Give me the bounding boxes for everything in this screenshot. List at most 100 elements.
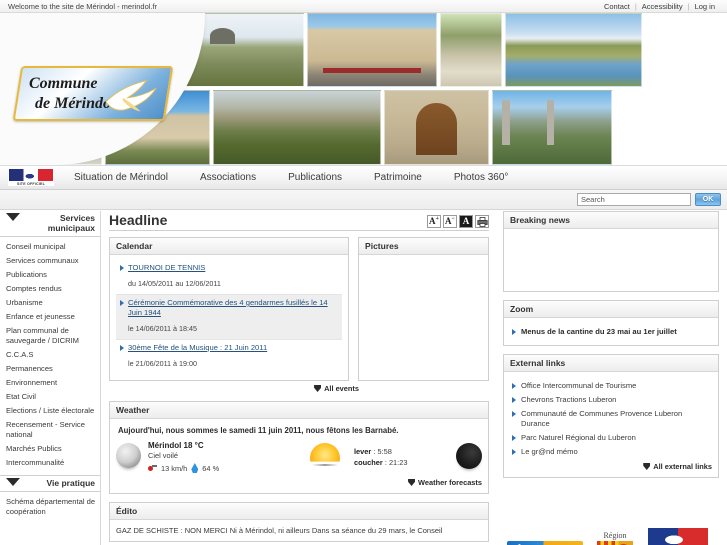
sidebar-item-elections[interactable]: Elections / Liste électorale — [0, 404, 100, 418]
sunrise-label: lever — [354, 447, 372, 456]
print-icon — [476, 216, 488, 227]
main-navigation: SITE OFFICIEL Situation de Mérindol Asso… — [0, 165, 727, 190]
weather-forecasts-link[interactable]: Weather forecasts — [408, 478, 482, 487]
headline-row: Headline A + A − A — [109, 211, 489, 230]
accessibility-link[interactable]: Accessibility — [637, 2, 688, 11]
external-link-office-tourisme[interactable]: Office Intercommunal de Tourisme — [521, 381, 636, 391]
download-arrow-icon — [643, 463, 651, 470]
sidebar-item-comptes-rendus[interactable]: Comptes rendus — [0, 282, 100, 296]
calendar-event-row: TOURNOI DE TENNIS du 14/05/2011 au 12/06… — [116, 260, 343, 295]
sidebar-item-urbanisme[interactable]: Urbanisme — [0, 296, 100, 310]
sidebar-item-intercommunalite[interactable]: Intercommunalité — [0, 456, 100, 470]
edito-text: GAZ DE SCHISTE : NON MERCI Ni à Mérindol… — [116, 526, 443, 535]
all-events-label: All events — [324, 384, 359, 393]
list-item: Schéma départemental de coopération — [0, 495, 100, 519]
print-button[interactable] — [475, 215, 489, 228]
region-logo[interactable]: Région — [591, 531, 639, 545]
sidebar-item-recensement[interactable]: Recensement - Service national — [0, 418, 100, 442]
breaking-news-title: Breaking news — [504, 212, 718, 229]
zoom-item-cantine-menus[interactable]: Menus de la cantine du 23 mai au 1er jui… — [521, 327, 677, 337]
wind-icon — [148, 464, 157, 473]
sun-times: lever : 5:58 coucher : 21:23 — [354, 441, 407, 468]
official-site-caption: SITE OFFICIEL — [17, 182, 45, 186]
header-banner: Commune de Mérindol — [0, 13, 727, 165]
normal-text-size-button[interactable]: A — [459, 215, 473, 228]
all-external-links-link[interactable]: All external links — [510, 462, 712, 471]
sidebar-item-schema-departemental[interactable]: Schéma départemental de coopération — [0, 495, 100, 519]
departement-logo[interactable] — [507, 541, 583, 545]
nav-item-situation[interactable]: Situation de Mérindol — [64, 172, 184, 183]
external-links-list: Office Intercommunal de Tourisme Chevron… — [510, 377, 712, 459]
external-links-panel: External links Office Intercommunal de T… — [503, 354, 719, 478]
sidebar-item-permanences[interactable]: Permanences — [0, 362, 100, 376]
breaking-news-panel: Breaking news — [503, 211, 719, 292]
humidity-drop-icon — [191, 463, 199, 473]
triangle-down-icon — [6, 213, 20, 221]
banner-photo-mairie — [307, 13, 437, 87]
panels-row: Calendar TOURNOI DE TENNIS du 14/05/2011… — [109, 237, 489, 381]
calendar-event-row: 30ème Fête de la Musique : 21 Juin 2011 … — [116, 340, 342, 374]
list-item: Conseil municipal — [0, 240, 100, 254]
sidebar-item-publications[interactable]: Publications — [0, 268, 100, 282]
all-events-link[interactable]: All events — [109, 384, 359, 393]
external-link-grand-memo[interactable]: Le gr@nd mémo — [521, 447, 578, 457]
login-link[interactable]: Log in — [690, 2, 720, 11]
sidebar-heading-vie-pratique[interactable]: Vie pratique — [0, 476, 100, 492]
calendar-event-date: du 14/05/2011 au 12/06/2011 — [128, 279, 221, 288]
external-links-title: External links — [504, 355, 718, 372]
page-root: Welcome to the site de Mérindol - merind… — [0, 0, 727, 545]
sidebar-item-etat-civil[interactable]: Etat Civil — [0, 390, 100, 404]
sidebar-item-conseil-municipal[interactable]: Conseil municipal — [0, 240, 100, 254]
republique-francaise-logo[interactable]: Liberté · Égalité · Fraternité — [647, 528, 709, 545]
sidebar-heading-services[interactable]: Services municipaux — [0, 211, 100, 237]
sidebar-item-marches-publics[interactable]: Marchés Publics — [0, 442, 100, 456]
external-link-parc-naturel-luberon[interactable]: Parc Naturel Régional du Luberon — [521, 433, 636, 443]
nav-item-patrimoine[interactable]: Patrimoine — [358, 172, 438, 183]
region-logo-caption: Région — [603, 531, 627, 540]
region-logo-mark — [597, 541, 633, 545]
list-item: Enfance et jeunesse — [0, 310, 100, 324]
sidebar-item-environnement[interactable]: Environnement — [0, 376, 100, 390]
search-submit-button[interactable]: OK — [695, 193, 721, 206]
marianne-flag-icon — [648, 528, 708, 545]
pictures-panel-title: Pictures — [359, 238, 488, 255]
calendar-panel-title: Calendar — [110, 238, 349, 255]
tool-sup: − — [451, 215, 455, 222]
calendar-event-link[interactable]: Cérémonie Commémorative des 4 gendarmes … — [128, 298, 339, 318]
nav-item-publications[interactable]: Publications — [272, 172, 358, 183]
list-item: C.C.A.S — [0, 348, 100, 362]
site-logo[interactable]: Commune de Mérindol — [12, 66, 174, 121]
contact-link[interactable]: Contact — [599, 2, 635, 11]
calendar-event-date: le 21/06/2011 à 19:00 — [128, 359, 198, 368]
list-item: Services communaux — [0, 254, 100, 268]
list-item: Comptes rendus — [0, 282, 100, 296]
list-item: Recensement - Service national — [0, 418, 100, 442]
logo-line-1: Commune — [29, 75, 98, 92]
list-item: Environnement — [0, 376, 100, 390]
increase-text-size-button[interactable]: A + — [427, 215, 441, 228]
nav-item-associations[interactable]: Associations — [184, 172, 272, 183]
bullet-arrow-icon — [120, 345, 124, 351]
list-item: Etat Civil — [0, 390, 100, 404]
search-input[interactable] — [577, 193, 691, 206]
sidebar-item-enfance-et-jeunesse[interactable]: Enfance et jeunesse — [0, 310, 100, 324]
weather-details: Mérindol 18 °C Ciel voilé 13 km/h 64 % l… — [116, 441, 482, 473]
all-external-links-label: All external links — [653, 462, 712, 471]
bullet-arrow-icon — [512, 435, 516, 441]
calendar-event-link[interactable]: TOURNOI DE TENNIS — [128, 263, 221, 273]
bullet-arrow-icon — [120, 300, 124, 306]
sidebar-heading-label: Services municipaux — [47, 213, 95, 233]
sidebar-item-plan-communal-sauvegarde[interactable]: Plan communal de sauvegarde / DICRIM — [0, 324, 100, 348]
calendar-event-link[interactable]: 30ème Fête de la Musique : 21 Juin 2011 — [128, 343, 267, 353]
sidebar-item-services-communaux[interactable]: Services communaux — [0, 254, 100, 268]
external-link-chevrons-tractions[interactable]: Chevrons Tractions Luberon — [521, 395, 616, 405]
tool-sup: + — [435, 215, 439, 222]
list-item: Communauté de Communes Provence Luberon … — [512, 407, 712, 431]
weather-panel: Weather Aujourd'hui, nous sommes le same… — [109, 401, 489, 494]
external-link-communaute-communes[interactable]: Communauté de Communes Provence Luberon … — [521, 409, 712, 429]
sidebar-item-ccas[interactable]: C.C.A.S — [0, 348, 100, 362]
page-title: Headline — [109, 212, 168, 228]
decrease-text-size-button[interactable]: A − — [443, 215, 457, 228]
weather-panel-title: Weather — [110, 402, 488, 419]
nav-item-photos-360[interactable]: Photos 360° — [438, 172, 525, 183]
